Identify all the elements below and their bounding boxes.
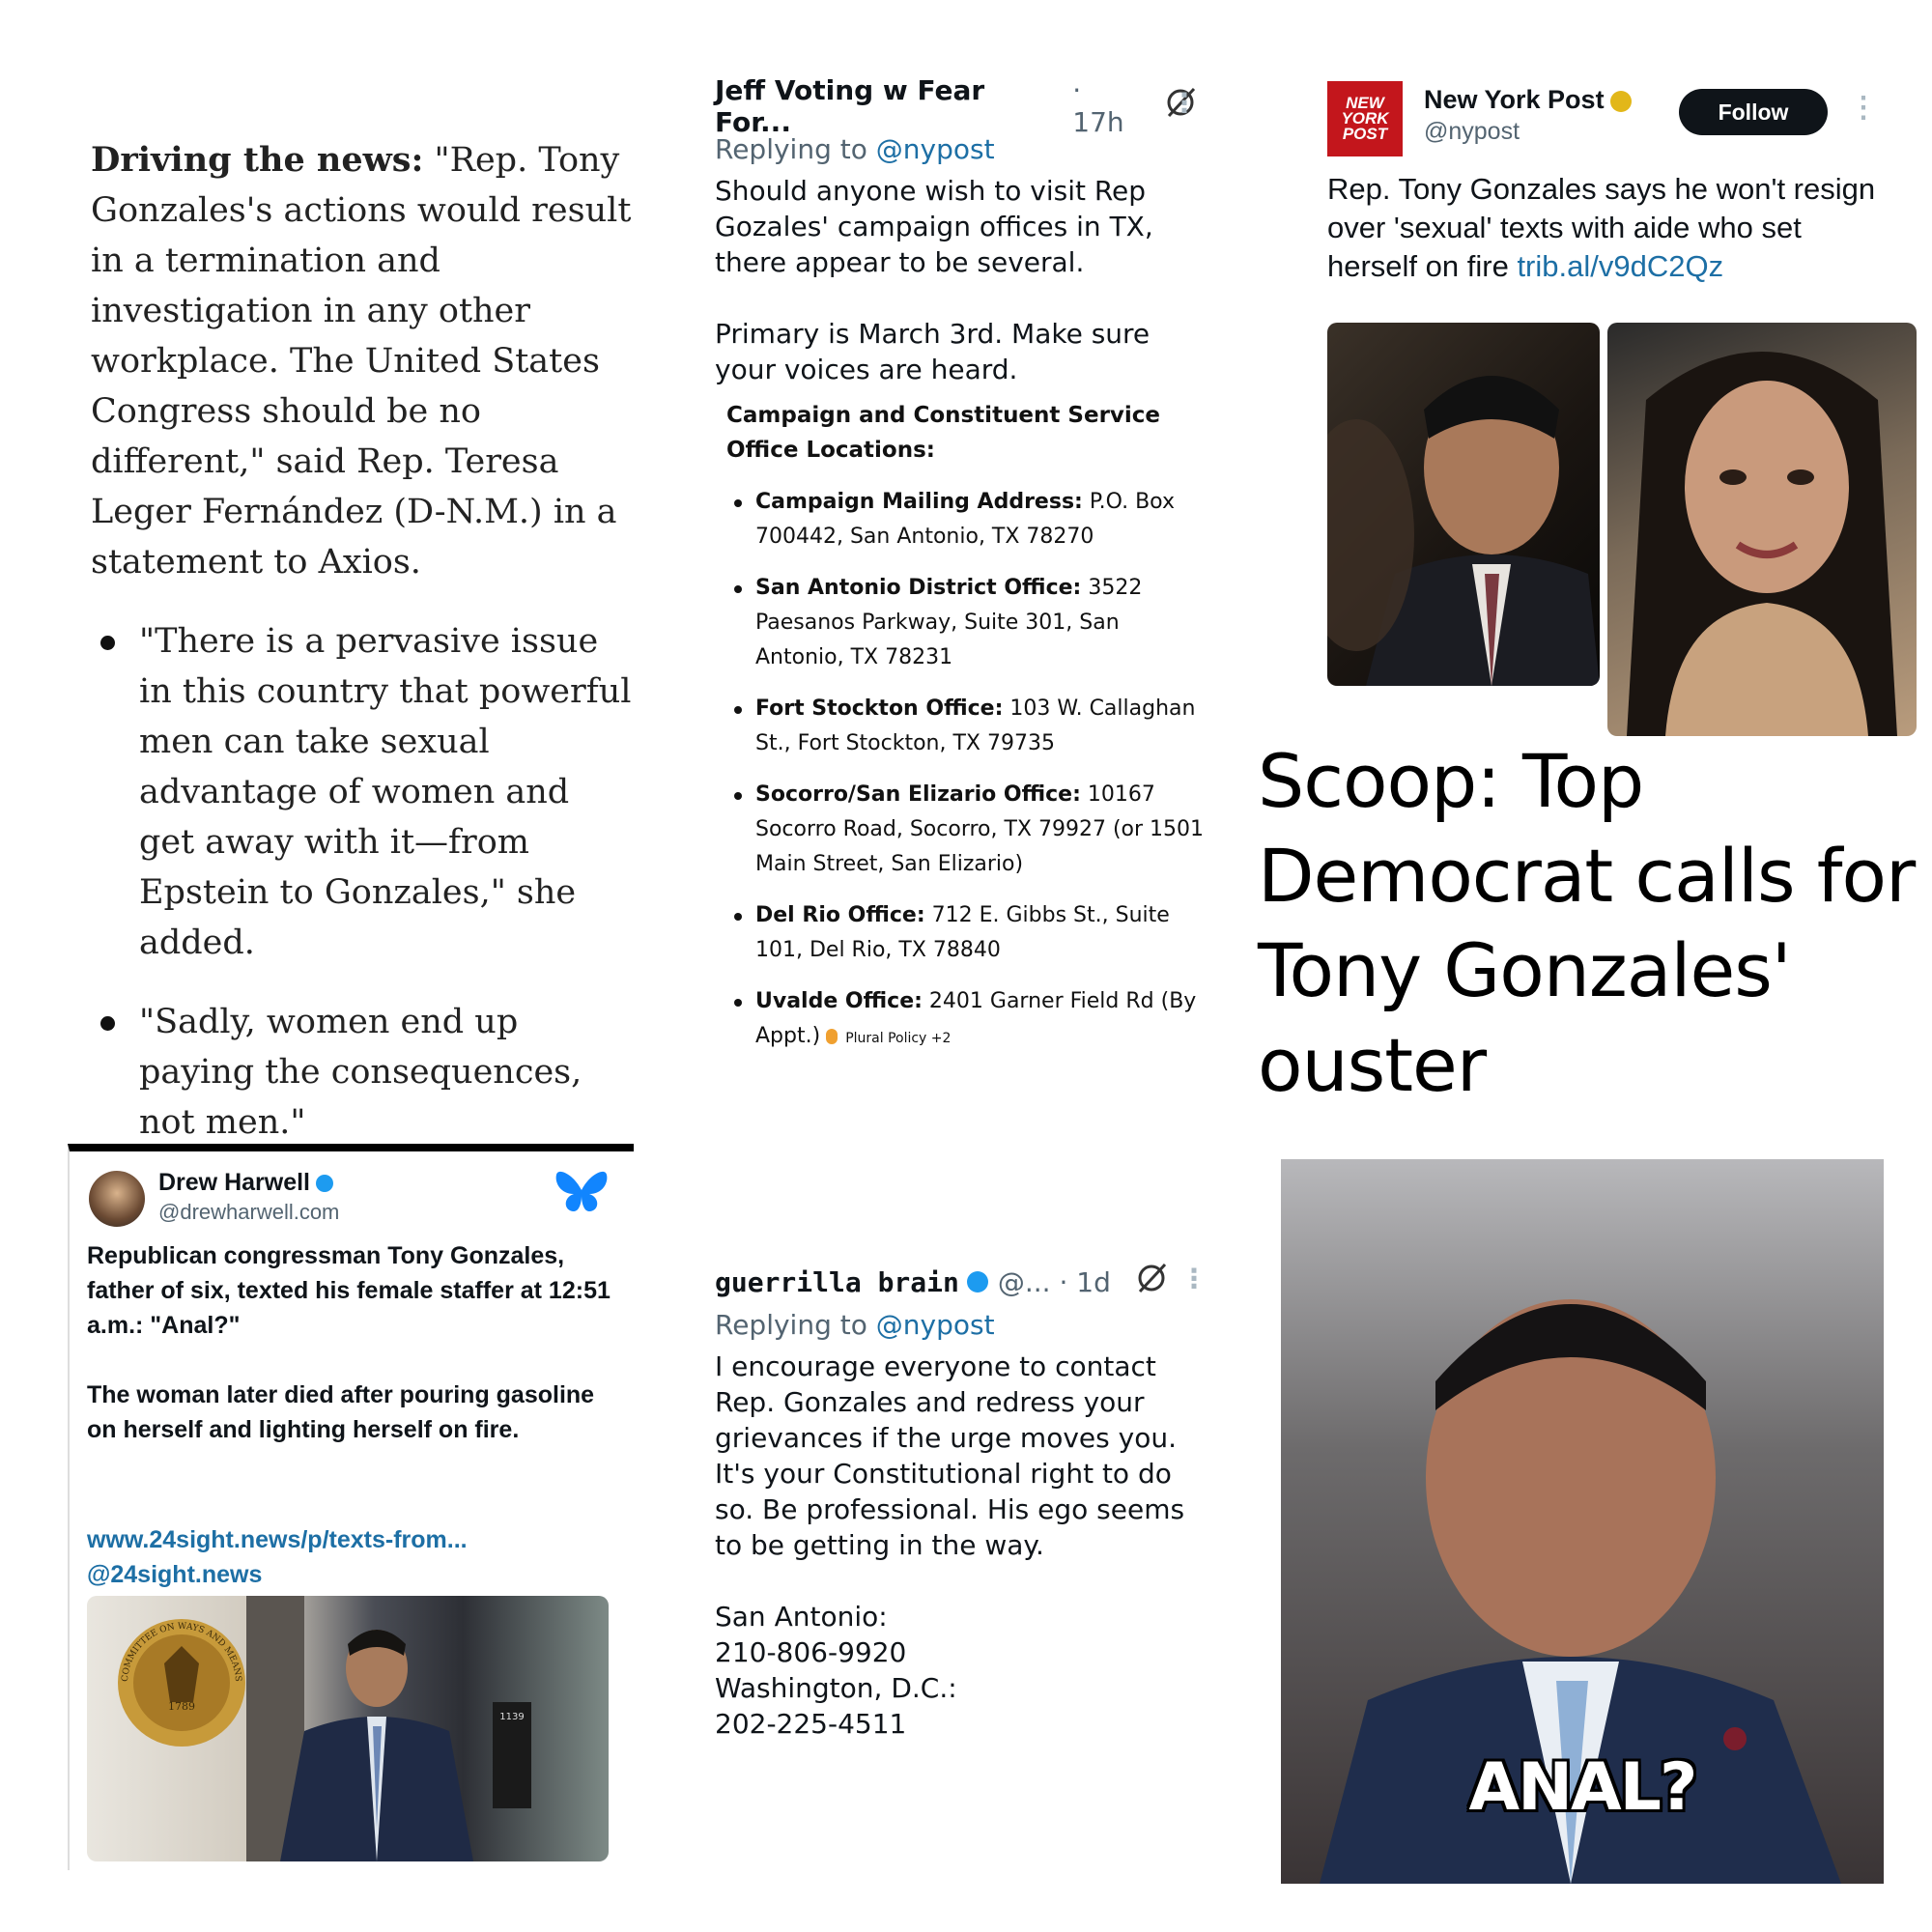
post-link-url[interactable]: www.24sight.news/p/texts-from... — [87, 1522, 618, 1557]
office-label: Campaign Mailing Address: — [755, 490, 1083, 514]
office-list-item: Fort Stockton Office: 103 W. Callaghan S… — [734, 692, 1209, 761]
axios-lead-text: "Rep. Tony Gonzales's actions would resu… — [91, 141, 632, 582]
office-label: Uvalde Office: — [755, 989, 923, 1013]
tweet-author-handle[interactable]: @nypost — [1424, 118, 1520, 146]
tweet-photo-aide[interactable] — [1607, 323, 1917, 736]
office-locations-title: Campaign and Constituent Service Office … — [726, 403, 1161, 463]
article-headline: Scoop: Top Democrat calls for Tony Gonza… — [1258, 738, 1916, 1108]
replying-to-handle-link[interactable]: @nypost — [876, 1309, 995, 1341]
replying-to-handle-link[interactable]: @nypost — [876, 133, 995, 165]
more-options-icon[interactable]: ⋮ — [1180, 1263, 1208, 1294]
office-list: Campaign Mailing Address: P.O. Box 70044… — [726, 485, 1209, 1056]
office-locations-screenshot: Campaign and Constituent Service Office … — [726, 398, 1209, 1072]
tweet-photo-congressman[interactable] — [1327, 323, 1600, 686]
post-link-handle[interactable]: @24sight.news — [87, 1557, 618, 1592]
office-list-item: Del Rio Office: 712 E. Gibbs St., Suite … — [734, 898, 1209, 968]
axios-quote-text: "Sadly, women end up paying the conseque… — [139, 1003, 582, 1142]
replying-to-label: Replying to — [715, 133, 876, 165]
more-options-icon[interactable]: ⋮ — [1849, 91, 1878, 125]
reply-tweet-jeff[interactable]: Jeff Voting w Fear For... · 17h ⋮ Replyi… — [715, 74, 1198, 387]
post-links: www.24sight.news/p/texts-from... @24sigh… — [87, 1522, 618, 1592]
reply-tweet-guerrilla-brain[interactable]: guerrilla brain @... · 1d ⋮ Replying to … — [715, 1261, 1208, 1742]
bullet-icon — [734, 499, 742, 507]
plural-policy-icon — [826, 1029, 838, 1044]
bullet-icon — [734, 585, 742, 593]
author-name-text: Drew Harwell — [158, 1169, 311, 1196]
meme-photo[interactable]: ANAL? — [1281, 1159, 1884, 1884]
tweet-timestamp[interactable]: · 17h — [1072, 74, 1140, 138]
tweet-author-name[interactable]: New York Post — [1424, 85, 1632, 115]
tweet-header: Jeff Voting w Fear For... · 17h ⋮ — [715, 74, 1198, 138]
axios-lead-label: Driving the news: — [91, 140, 424, 180]
office-label: Socorro/San Elizario Office: — [755, 782, 1081, 807]
replying-to: Replying to @nypost — [715, 1309, 1208, 1341]
meme-caption: ANAL? — [1468, 1749, 1698, 1826]
avatar[interactable] — [89, 1171, 145, 1227]
door-number: 1139 — [499, 1712, 524, 1722]
verified-badge-icon — [1609, 90, 1632, 112]
nypost-logo-text: NEW YORK POST — [1341, 94, 1389, 143]
tweet-body: Should anyone wish to visit Rep Gozales'… — [715, 175, 1153, 385]
bullet-icon — [734, 706, 742, 714]
bullet-icon — [100, 636, 115, 650]
axios-quote-text: "There is a pervasive issue in this coun… — [139, 622, 632, 962]
seal-year: 1789 — [168, 1700, 195, 1713]
replying-to-label: Replying to — [715, 1309, 876, 1341]
tweet-body: I encourage everyone to contact Rep. Gon… — [715, 1350, 1185, 1740]
office-label: Del Rio Office: — [755, 903, 925, 927]
more-options-icon[interactable]: ⋮ — [1171, 87, 1198, 119]
tweet-author-name[interactable]: guerrilla brain — [715, 1266, 959, 1298]
tweet-author-name[interactable]: Jeff Voting w Fear For... — [715, 74, 1063, 138]
nypost-logo-avatar[interactable]: NEW YORK POST — [1327, 81, 1403, 156]
verified-badge-icon — [966, 1271, 988, 1293]
office-list-item: San Antonio District Office: 3522 Paesan… — [734, 571, 1209, 675]
tweet-header: guerrilla brain @... · 1d ⋮ — [715, 1261, 1208, 1303]
bullet-icon — [734, 913, 742, 921]
bluesky-post-harwell[interactable]: Drew Harwell @drewharwell.com Republican… — [68, 1144, 634, 1870]
office-list-item: Campaign Mailing Address: P.O. Box 70044… — [734, 485, 1209, 554]
grok-icon[interactable] — [1134, 1261, 1169, 1304]
post-photo[interactable]: 1789 COMMITTEE ON WAYS AND MEANS 1139 — [87, 1596, 609, 1861]
author-name-text: New York Post — [1424, 85, 1605, 114]
post-body: Republican congressman Tony Gonzales, fa… — [87, 1242, 611, 1443]
office-label: Fort Stockton Office: — [755, 696, 1004, 721]
plural-policy-note[interactable]: Plural Policy +2 — [845, 1031, 951, 1046]
post-author-name[interactable]: Drew Harwell — [158, 1169, 334, 1197]
axios-quote-list: "There is a pervasive issue in this coun… — [91, 616, 632, 1148]
follow-button[interactable]: Follow — [1679, 89, 1828, 135]
bullet-icon — [734, 999, 742, 1007]
office-label: San Antonio District Office: — [755, 576, 1082, 600]
axios-article-excerpt: Driving the news: "Rep. Tony Gonzales's … — [91, 135, 632, 1177]
tweet-body: Rep. Tony Gonzales says he won't resign … — [1327, 170, 1888, 286]
office-list-item: Socorro/San Elizario Office: 10167 Socor… — [734, 778, 1209, 882]
axios-quote-item: "There is a pervasive issue in this coun… — [100, 616, 632, 968]
axios-quote-item: "Sadly, women end up paying the conseque… — [100, 997, 632, 1148]
tweet-link[interactable]: trib.al/v9dC2Qz — [1517, 249, 1723, 283]
post-author-handle[interactable]: @drewharwell.com — [158, 1200, 339, 1225]
bullet-icon — [734, 792, 742, 800]
bluesky-butterfly-icon — [553, 1167, 611, 1217]
office-list-item: Uvalde Office: 2401 Garner Field Rd (By … — [734, 984, 1209, 1056]
tweet-timestamp[interactable]: @... · 1d — [998, 1266, 1111, 1298]
verified-badge-icon — [316, 1175, 334, 1193]
bullet-icon — [100, 1016, 115, 1031]
axios-lead-paragraph: Driving the news: "Rep. Tony Gonzales's … — [91, 135, 632, 587]
